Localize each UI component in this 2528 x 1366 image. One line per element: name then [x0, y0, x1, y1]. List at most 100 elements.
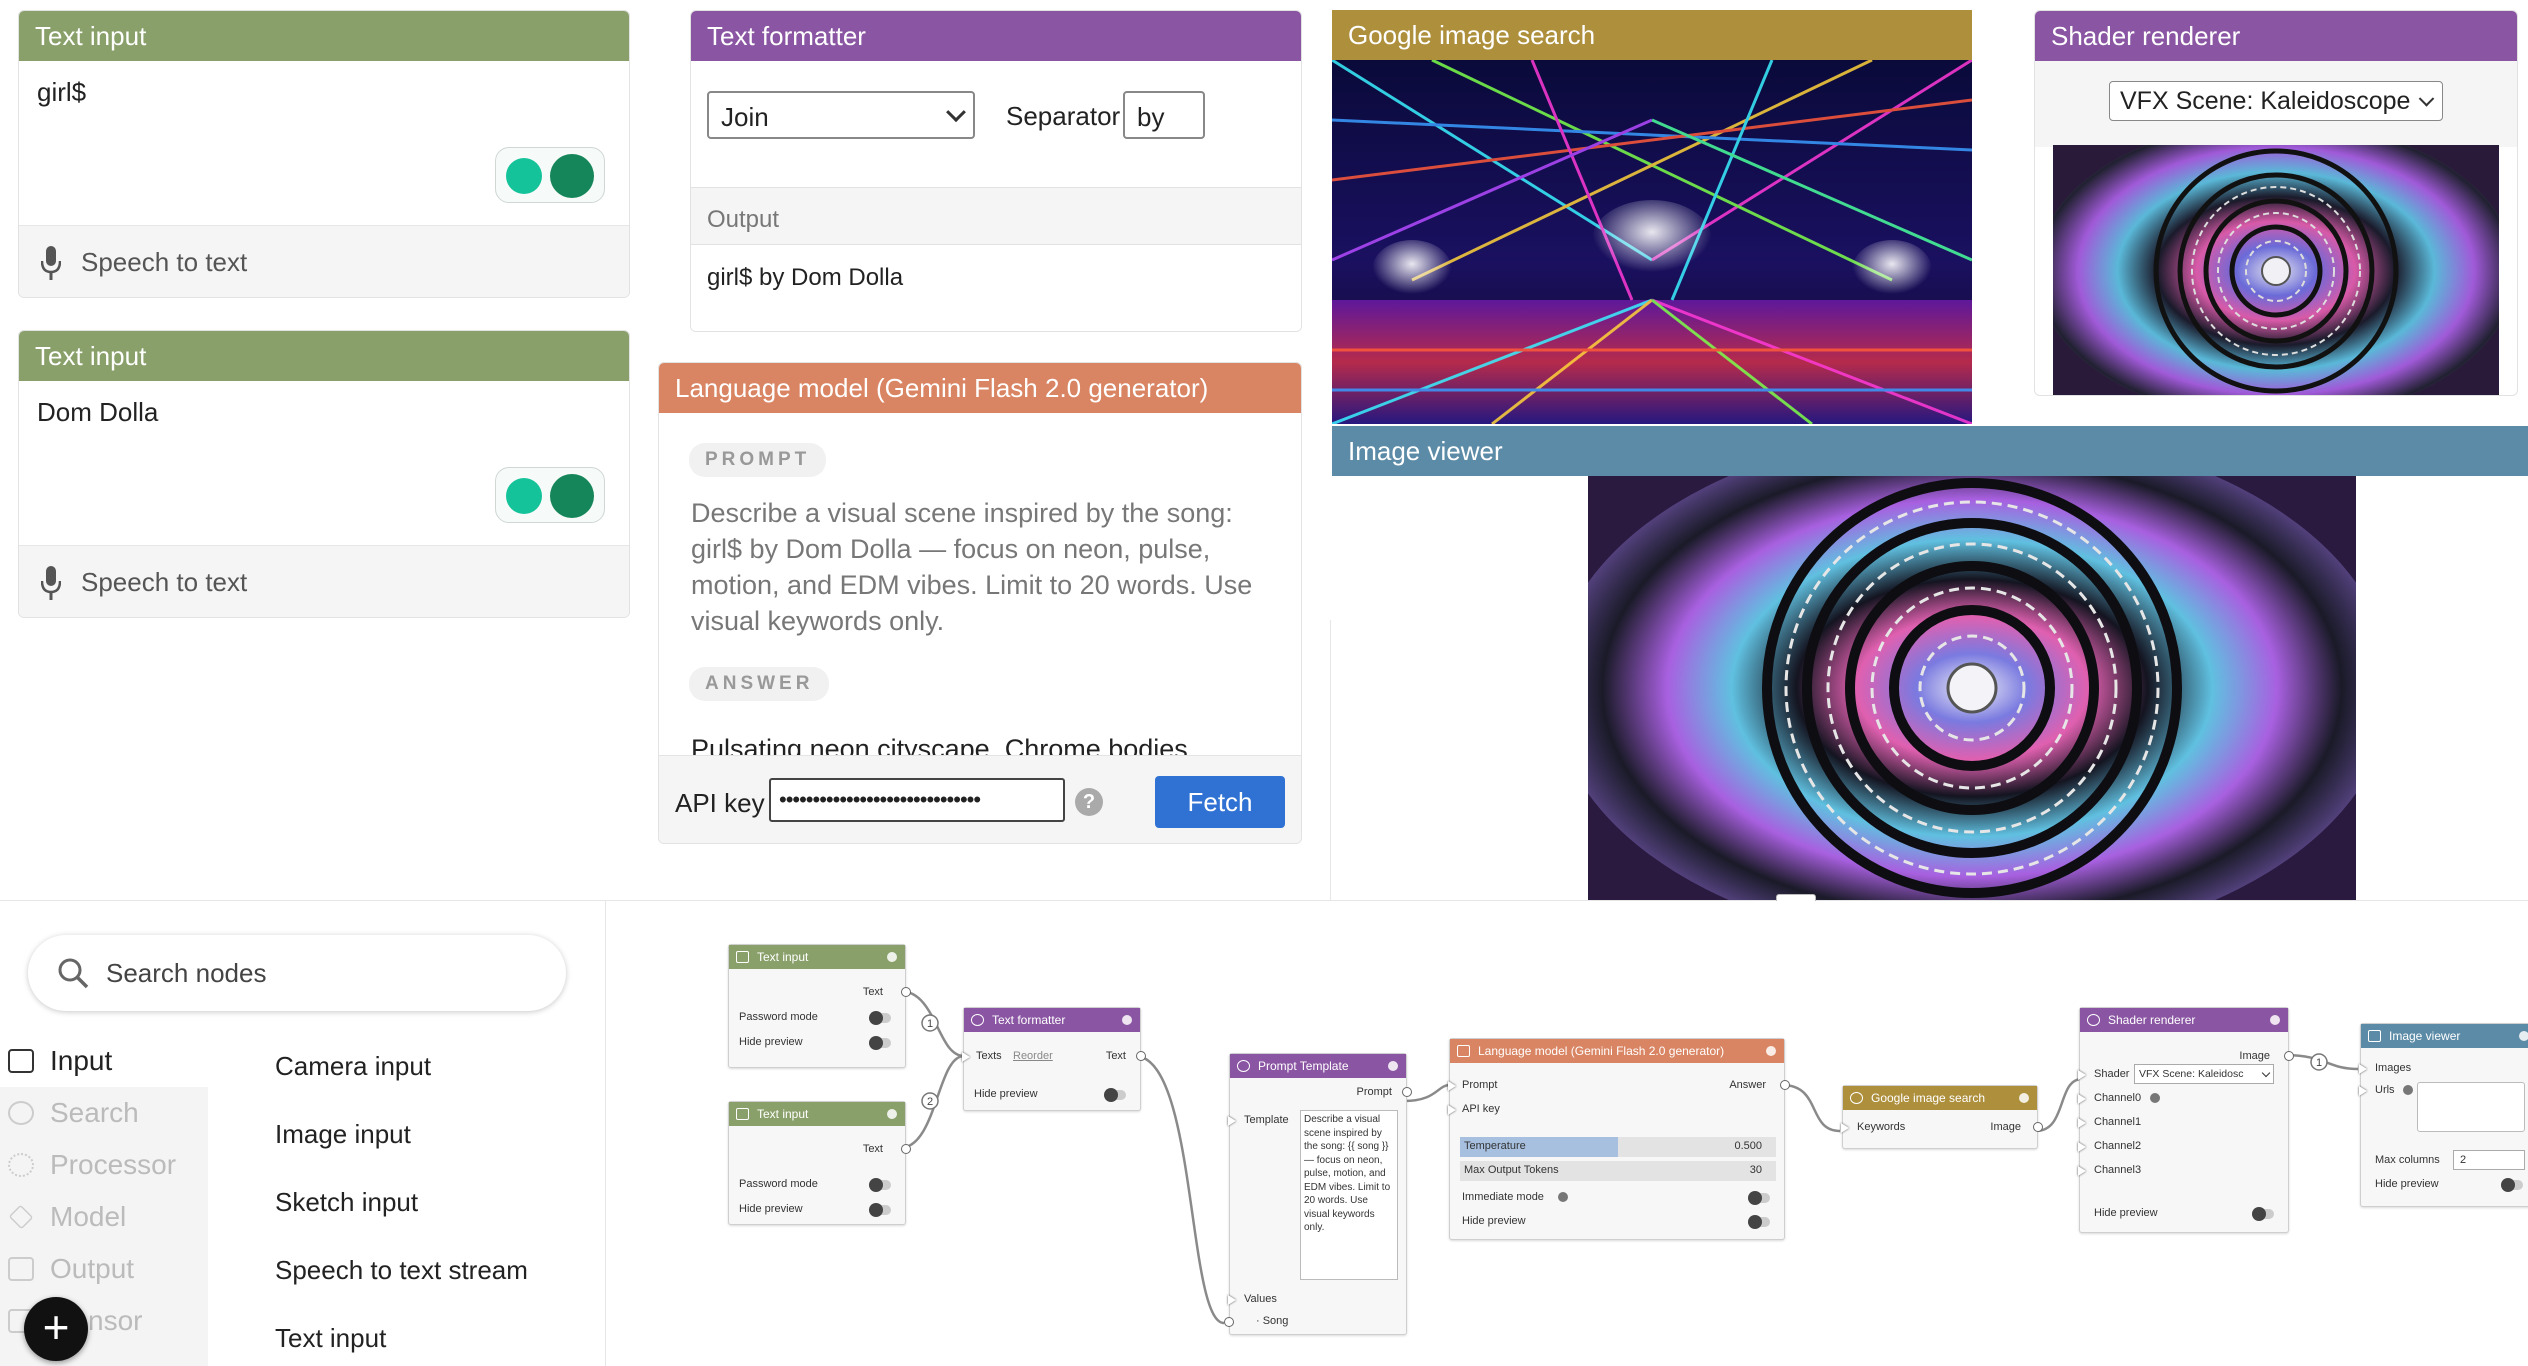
hide-preview-toggle[interactable]	[869, 1203, 891, 1217]
node-speech-to-text-stream[interactable]: Speech to text stream	[275, 1255, 528, 1286]
info-icon[interactable]	[2150, 1093, 2160, 1103]
api-key-input[interactable]: ••••••••••••••••••••••••••••••	[769, 778, 1065, 822]
grammarly-g-icon[interactable]	[550, 154, 594, 198]
input-port[interactable]	[2078, 1118, 2086, 1128]
text-input-value[interactable]: Dom Dolla	[37, 397, 158, 428]
output-port[interactable]	[2033, 1122, 2043, 1132]
hide-preview-toggle[interactable]	[869, 1036, 891, 1050]
node-text-input[interactable]: Text input	[275, 1323, 386, 1354]
grammarly-g-icon[interactable]	[550, 474, 594, 518]
input-port[interactable]	[1224, 1317, 1234, 1327]
input-port[interactable]	[962, 1052, 970, 1062]
info-icon[interactable]	[887, 1109, 897, 1119]
max-tokens-field[interactable]: Max Output Tokens 30	[1460, 1161, 1776, 1181]
grammarly-bulb-icon[interactable]	[506, 158, 542, 194]
input-port[interactable]	[1448, 1081, 1456, 1091]
output-port[interactable]	[901, 987, 911, 997]
search-nodes-input[interactable]: Search nodes	[106, 958, 266, 989]
input-port[interactable]	[1228, 1295, 1236, 1305]
output-port[interactable]	[1402, 1087, 1412, 1097]
category-processor[interactable]: Processor	[0, 1139, 200, 1191]
fetch-button[interactable]: Fetch	[1155, 776, 1285, 828]
node-sketch-input[interactable]: Sketch input	[275, 1187, 418, 1218]
laser-stage-image[interactable]	[1332, 60, 1972, 424]
hide-preview-toggle[interactable]	[1748, 1215, 1770, 1229]
gear-icon	[971, 1014, 984, 1026]
graph-node-shader-renderer[interactable]: Shader renderer Image Shader VFX Scene: …	[2078, 1007, 2294, 1233]
hide-preview-toggle[interactable]	[2252, 1207, 2274, 1221]
graph-node-text-input-2[interactable]: Text input Text Password mode Hide previ…	[728, 1101, 911, 1225]
graph-node-language-model[interactable]: Language model (Gemini Flash 2.0 generat…	[1448, 1038, 1790, 1240]
graph-node-prompt-template[interactable]: Prompt Template Prompt Template Describe…	[1224, 1053, 1412, 1335]
output-port[interactable]	[1136, 1051, 1146, 1061]
help-icon[interactable]: ?	[1075, 788, 1103, 816]
graph-node-header: Text formatter	[964, 1008, 1140, 1032]
hide-preview-label: Hide preview	[2375, 1178, 2439, 1190]
password-mode-toggle[interactable]	[869, 1011, 891, 1025]
info-icon[interactable]	[2403, 1085, 2413, 1095]
input-port[interactable]	[1448, 1105, 1456, 1115]
output-port[interactable]	[901, 1144, 911, 1154]
channel-label: Channel0	[2094, 1092, 2142, 1104]
template-textarea[interactable]: Describe a visual scene inspired by the …	[1300, 1110, 1398, 1280]
speech-to-text-button[interactable]: Speech to text	[19, 545, 629, 617]
output-label: Output	[707, 206, 780, 233]
grammarly-widget[interactable]	[495, 467, 605, 523]
llm-scroll-area[interactable]: PROMPT Describe a visual scene inspired …	[659, 413, 1301, 755]
hide-preview-toggle[interactable]	[1104, 1088, 1126, 1102]
search-nodes-box[interactable]: Search nodes	[28, 935, 566, 1011]
kaleidoscope-image[interactable]	[1588, 476, 2356, 900]
urls-textarea[interactable]	[2417, 1082, 2525, 1132]
category-input[interactable]: Input	[0, 1035, 200, 1087]
template-label: Template	[1244, 1114, 1289, 1126]
graph-node-text-formatter[interactable]: Text formatter Texts Reorder Text Hide p…	[962, 1007, 1146, 1111]
hide-preview-toggle[interactable]	[2501, 1178, 2523, 1192]
text-formatter-header: Text formatter	[691, 11, 1301, 61]
temperature-slider[interactable]: Temperature 0.500	[1460, 1137, 1776, 1157]
input-port[interactable]	[2078, 1142, 2086, 1152]
separator-input[interactable]: by	[1123, 91, 1205, 139]
node-image-input[interactable]: Image input	[275, 1119, 411, 1150]
speech-to-text-button[interactable]: Speech to text	[19, 225, 629, 297]
input-port[interactable]	[1841, 1123, 1849, 1133]
info-icon[interactable]	[1122, 1015, 1132, 1025]
max-columns-select[interactable]: 2	[2453, 1150, 2525, 1170]
info-icon[interactable]	[1558, 1192, 1568, 1202]
immediate-mode-toggle[interactable]	[1748, 1191, 1770, 1205]
grammarly-widget[interactable]	[495, 147, 605, 203]
input-port[interactable]	[2078, 1070, 2086, 1080]
graph-node-image-viewer[interactable]: Image viewer Images Urls Max columns 2 H…	[2359, 1023, 2528, 1207]
kaleidoscope-image[interactable]	[2053, 145, 2499, 396]
info-icon[interactable]	[887, 952, 897, 962]
info-icon[interactable]	[2270, 1015, 2280, 1025]
output-port[interactable]	[1780, 1080, 1790, 1090]
node-camera-input[interactable]: Camera input	[275, 1051, 431, 1082]
shader-select[interactable]: VFX Scene: Kaleidosc	[2134, 1064, 2274, 1084]
join-mode-select[interactable]: Join	[707, 91, 975, 139]
category-model[interactable]: Model	[0, 1191, 200, 1243]
graph-node-text-input-1[interactable]: Text input Text Password mode Hide previ…	[728, 944, 911, 1068]
output-port[interactable]	[2284, 1051, 2294, 1061]
info-icon[interactable]	[2519, 1031, 2528, 1041]
input-port[interactable]	[1228, 1116, 1236, 1126]
port-label: Prompt	[1462, 1079, 1498, 1091]
text-input-value[interactable]: girl$	[37, 77, 86, 108]
grammarly-bulb-icon[interactable]	[506, 478, 542, 514]
info-icon[interactable]	[2019, 1093, 2029, 1103]
input-port[interactable]	[2078, 1094, 2086, 1104]
input-port[interactable]	[2078, 1166, 2086, 1176]
reorder-link[interactable]: Reorder	[1013, 1050, 1053, 1062]
add-node-button[interactable]: +	[24, 1297, 88, 1361]
info-icon[interactable]	[1388, 1061, 1398, 1071]
category-output[interactable]: Output	[0, 1243, 200, 1295]
input-port[interactable]	[2359, 1086, 2367, 1096]
password-mode-toggle[interactable]	[869, 1178, 891, 1192]
category-label: Model	[50, 1201, 127, 1232]
graph-node-google-image-search[interactable]: Google image search Keywords Image	[1841, 1085, 2043, 1149]
info-icon[interactable]	[1766, 1046, 1776, 1056]
category-search[interactable]: Search	[0, 1087, 200, 1139]
input-port[interactable]	[2359, 1064, 2367, 1074]
graph-canvas[interactable]: 1 2 1 Text input Text Password mode Hide…	[607, 901, 2528, 1366]
shader-scene-select[interactable]: VFX Scene: Kaleidoscope	[2109, 81, 2443, 121]
graph-node-title: Language model (Gemini Flash 2.0 generat…	[1478, 1044, 1725, 1058]
